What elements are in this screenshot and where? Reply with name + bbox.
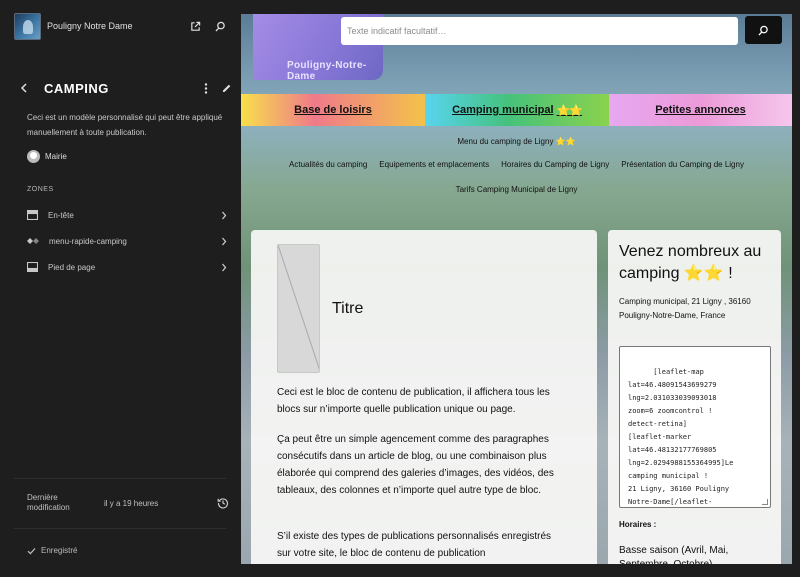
post-paragraph[interactable]: Ça peut être un simple agencement comme … [277,431,567,499]
site-logo[interactable] [14,12,41,40]
zone-label: En-tête [48,210,74,220]
chevron-right-icon [221,263,227,272]
divider [14,528,226,529]
post-paragraph[interactable]: Ceci est le bloc de contenu de publicati… [277,384,567,418]
submenu-link-tarifs[interactable]: Tarifs Camping Municipal de Ligny [456,185,578,194]
nav-item-base-de-loisirs[interactable]: Base de loisirs [241,94,425,126]
logo-text: Pouligny-Notre-Dame [287,60,367,82]
shortcode-textarea[interactable]: [leaflet-map lat=46.48091543699279 lng=2… [619,346,771,508]
search-input[interactable]: Texte indicatif facultatif… [341,17,738,45]
zones-heading: ZONES [27,186,54,193]
search-placeholder: Texte indicatif facultatif… [347,26,447,36]
resize-handle[interactable] [762,499,768,505]
chevron-left-icon[interactable] [20,83,28,93]
saved-label: Enregistré [41,546,78,555]
avatar [27,150,40,163]
more-vertical-icon[interactable] [204,82,208,94]
main-navigation: Base de loisirs Camping municipal ⭐⭐ Pet… [241,94,792,126]
header-layout-icon [27,210,38,220]
zone-label: menu-rapide-camping [49,236,127,246]
zone-item-menu[interactable]: menu-rapide-camping [27,232,227,250]
zone-item-footer[interactable]: Pied de page [27,258,227,276]
search-icon[interactable] [215,21,226,32]
featured-image-placeholder[interactable] [277,244,320,373]
editor-canvas[interactable]: Pouligny-Notre-Dame Texte indicatif facu… [241,14,792,564]
post-content-card[interactable]: Titre Ceci est le bloc de contenu de pub… [251,230,597,564]
author-name: Mairie [45,152,67,161]
shortcode-text: [leaflet-map lat=46.48091543699279 lng=2… [628,368,734,506]
chevron-right-icon [221,237,227,246]
check-icon [27,547,36,555]
nav-item-label: Camping municipal [452,104,554,116]
history-icon[interactable] [217,497,229,509]
submenu-link-actualites[interactable]: Actualités du camping [289,160,367,169]
sidebar-widget-card[interactable]: Venez nombreux au camping ⭐⭐ ! Camping m… [608,230,781,564]
submenu-title: Menu du camping de Ligny ⭐⭐ [457,137,576,146]
site-header: Pouligny Notre Dame [14,12,226,40]
submenu-row: Tarifs Camping Municipal de Ligny [241,185,792,194]
camping-address[interactable]: Camping municipal, 21 Ligny , 36160 Poul… [619,295,777,323]
nav-item-petites-annonces[interactable]: Petites annonces [609,94,792,126]
nav-item-label: Base de loisirs [294,104,372,116]
divider [14,478,226,479]
post-paragraph[interactable]: S’il existe des types de publications pe… [277,528,567,562]
last-modified-label: Dernière modification [27,493,70,512]
hours-heading[interactable]: Horaires : [619,520,656,529]
chevron-right-icon [221,211,227,220]
submenu-link-equipements[interactable]: Equipements et emplacements [379,160,489,169]
nav-item-camping-municipal[interactable]: Camping municipal ⭐⭐ [425,94,609,126]
last-modified-value: il y a 19 heures [104,498,159,508]
last-modified: Dernière modification il y a 19 heures [27,493,229,513]
editor-sidebar: Pouligny Notre Dame CAMPING Ceci est un … [0,0,240,577]
post-title[interactable]: Titre [332,300,363,318]
template-title: CAMPING [44,80,109,96]
nav-item-label: Petites annonces [655,104,746,116]
widget-title[interactable]: Venez nombreux au camping ⭐⭐ ! [619,241,779,285]
submenu-link-presentation[interactable]: Présentation du Camping de Ligny [621,160,744,169]
search-icon [758,25,769,36]
save-status: Enregistré [27,546,77,555]
zone-item-header[interactable]: En-tête [27,206,227,224]
search-button[interactable] [745,16,782,44]
submenu-link-horaires[interactable]: Horaires du Camping de Ligny [501,160,609,169]
hours-text[interactable]: Basse saison (Avril, Mai, Septembre, Oct… [619,544,779,564]
external-link-icon[interactable] [190,21,201,32]
template-description: Ceci est un modèle personnalisé qui peut… [27,113,223,137]
diamond-icon [27,237,39,245]
site-title[interactable]: Pouligny Notre Dame [47,21,190,31]
pencil-icon[interactable] [222,83,232,93]
submenu-row: Actualités du camping Equipements et emp… [241,160,792,169]
zone-label: Pied de page [48,262,96,272]
stars-icon: ⭐⭐ [556,104,583,117]
template-header: CAMPING [20,78,232,98]
template-author: Mairie [27,150,67,163]
footer-layout-icon [27,262,38,272]
